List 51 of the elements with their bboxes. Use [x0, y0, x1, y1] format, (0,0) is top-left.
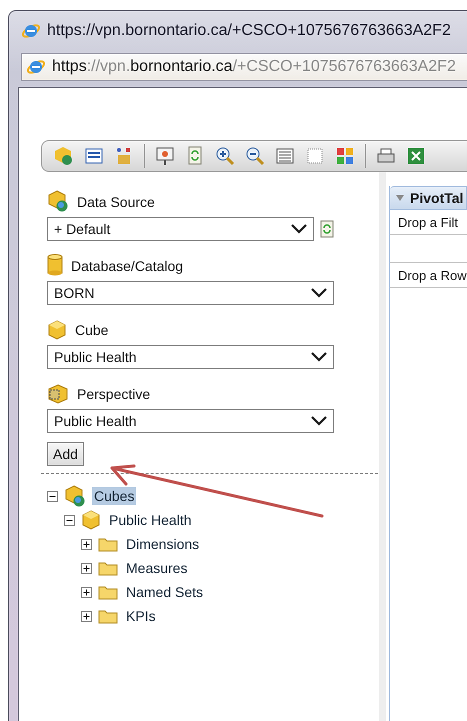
- dropdown[interactable]: Public Health: [47, 409, 334, 433]
- window-title: https://vpn.bornontario.ca/+CSCO+1075676763663A2F2: [47, 22, 451, 40]
- expand-toggle[interactable]: [81, 586, 92, 598]
- address-bar[interactable]: https://vpn.bornontario.ca/+CSCO+1075676763663A2F2: [21, 53, 467, 81]
- tree-item[interactable]: Measures: [124, 559, 190, 577]
- field-label: Data Source: [77, 194, 155, 210]
- tree-item[interactable]: KPIs: [124, 607, 158, 625]
- dropdown-caret-icon: [291, 224, 307, 234]
- perspective-cube-icon: [47, 384, 69, 404]
- dropdown-caret-icon: [311, 352, 327, 362]
- presentation-icon[interactable]: [155, 146, 175, 166]
- list-icon[interactable]: [84, 146, 104, 166]
- filter-drop-zone[interactable]: Drop a Filt: [390, 210, 467, 235]
- color-blocks-icon[interactable]: [335, 146, 355, 166]
- collapse-toggle[interactable]: [64, 514, 75, 526]
- folder-icon: [98, 560, 118, 576]
- dropdown-caret-icon: [311, 288, 327, 298]
- lines-icon[interactable]: [275, 146, 295, 166]
- tree-item[interactable]: Named Sets: [124, 583, 206, 601]
- dropdown[interactable]: Public Health: [47, 345, 334, 369]
- collapse-toggle[interactable]: [47, 490, 58, 502]
- folder-icon: [98, 608, 118, 624]
- field-label: Cube: [75, 322, 108, 338]
- folder-icon: [98, 536, 118, 552]
- folder-icon: [98, 584, 118, 600]
- cube-icon: [81, 510, 101, 530]
- refresh-icon[interactable]: [320, 220, 334, 238]
- zoom-in-icon[interactable]: [215, 146, 235, 166]
- expand-toggle[interactable]: [81, 610, 92, 622]
- tree-item[interactable]: Dimensions: [124, 535, 202, 553]
- add-button[interactable]: Add: [47, 442, 84, 466]
- database-icon: [47, 254, 63, 276]
- cube-globe-icon: [64, 485, 86, 507]
- field-label: Perspective: [77, 386, 150, 402]
- collapse-triangle-icon[interactable]: [396, 195, 404, 201]
- spreadsheet-icon[interactable]: [406, 146, 426, 166]
- dropdown[interactable]: + Default: [47, 217, 314, 241]
- zoom-out-icon[interactable]: [245, 146, 265, 166]
- dropdown[interactable]: BORN: [47, 281, 334, 305]
- expand-toggle[interactable]: [81, 538, 92, 550]
- row-drop-zone[interactable]: Drop a Row: [390, 263, 467, 288]
- grid-icon[interactable]: [305, 146, 325, 166]
- dropdown-caret-icon: [311, 416, 327, 426]
- cube-icon: [47, 320, 67, 340]
- tree-item[interactable]: Public Health: [107, 511, 194, 529]
- cube-globe-icon[interactable]: [54, 146, 74, 166]
- panel-title: PivotTal: [410, 190, 464, 206]
- field-label: Database/Catalog: [71, 258, 184, 274]
- cube-globe-icon: [47, 190, 69, 212]
- expand-toggle[interactable]: [81, 562, 92, 574]
- tree-item[interactable]: Cubes: [92, 487, 136, 505]
